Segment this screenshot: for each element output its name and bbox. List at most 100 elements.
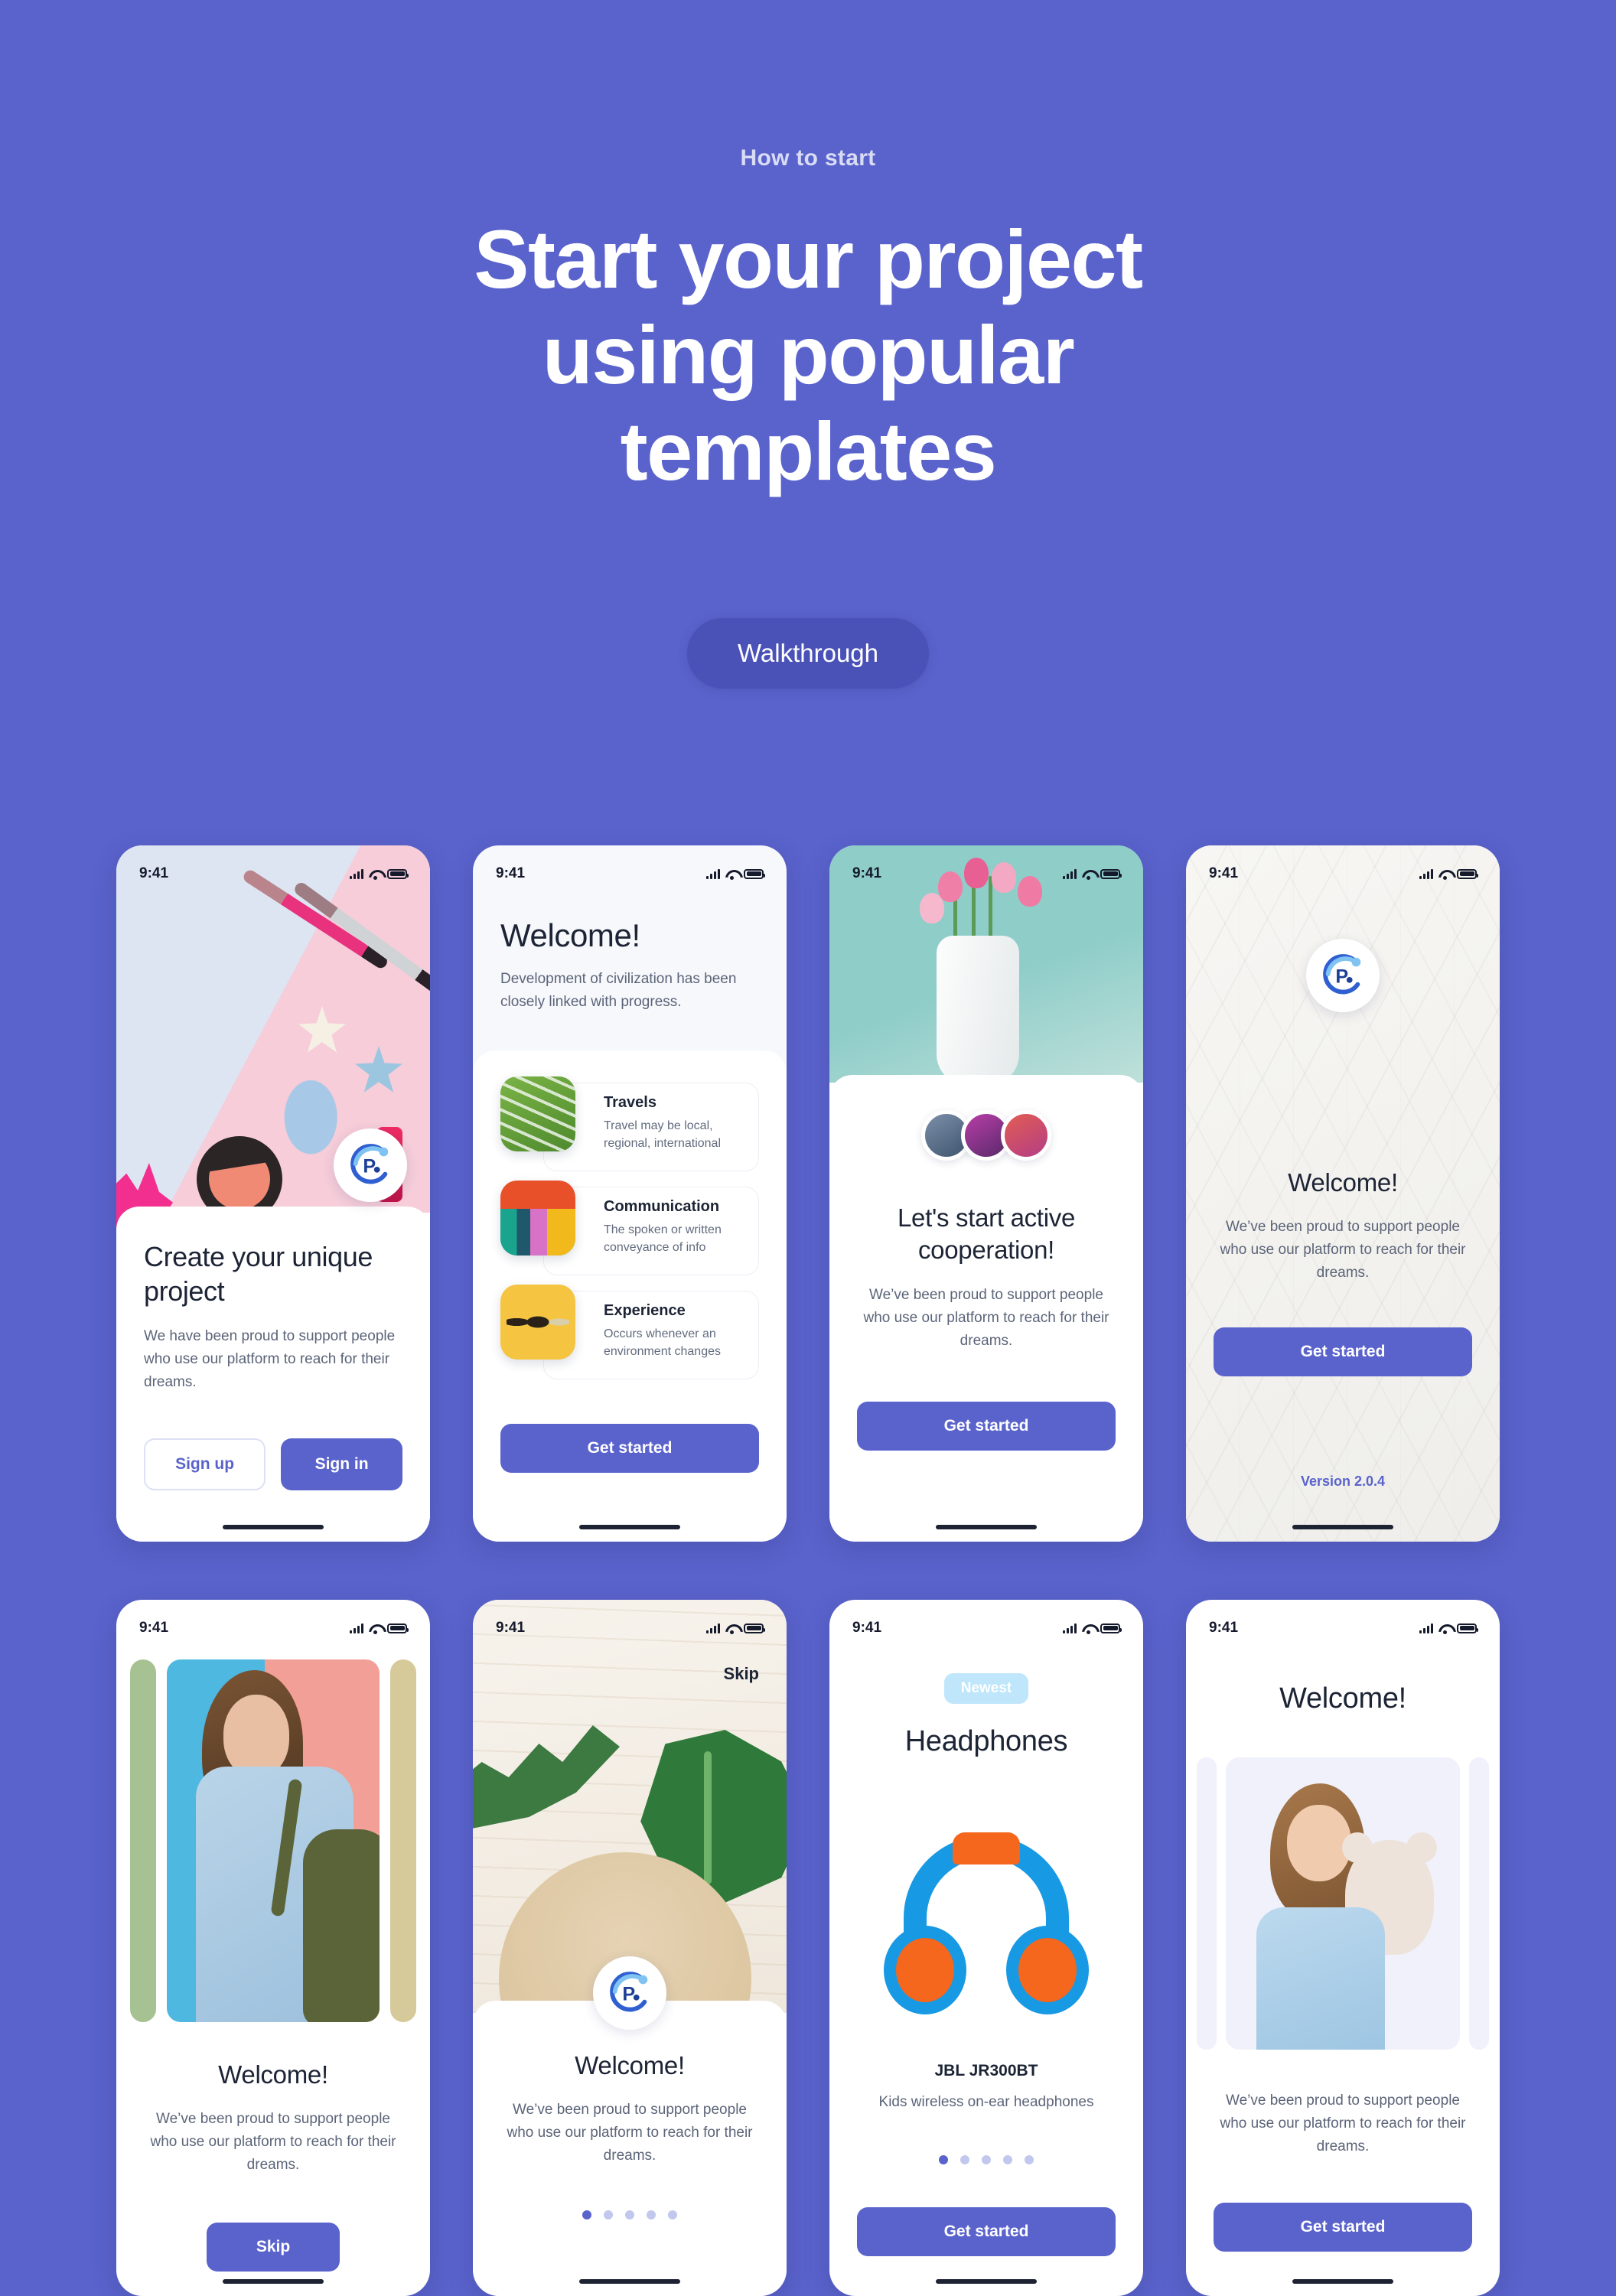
status-indicators [1419,868,1478,880]
get-started-button[interactable]: Get started [500,1424,759,1473]
wifi-icon [725,869,738,880]
hero-title-line-3: templates [620,404,997,497]
card-title: Welcome! [575,2051,685,2079]
hero-title-line-2: using popular [542,308,1075,402]
status-indicators [350,868,409,880]
battery-icon [744,1623,765,1633]
wifi-icon [1082,1623,1095,1634]
face-shape-icon [223,1695,289,1777]
app-logo: P [593,1956,666,2030]
carousel-dot[interactable] [1025,2155,1034,2165]
carousel-dot[interactable] [939,2155,948,2165]
status-indicators [1419,1623,1478,1634]
carousel-peek-right[interactable] [1469,1757,1489,2050]
page-title: Start your project using popular templat… [311,211,1305,499]
logo-glyph-icon: P [1323,954,1361,995]
skip-button[interactable]: Skip [207,2222,340,2272]
template-card-welcome-skip[interactable]: 9:41 Welcome! We’ve been proud to suppor… [116,1600,430,2296]
product-info: JBL JR300BT Kids wireless on-ear headpho… [829,2062,1143,2257]
wifi-icon [369,1623,382,1634]
card-content: Welcome! We’ve been proud to support peo… [116,2059,430,2272]
logo-glyph-icon: P [350,1144,389,1184]
carousel-dot[interactable] [668,2210,677,2219]
home-indicator [1292,1525,1393,1529]
carousel-dot[interactable] [625,2210,634,2219]
card-body: We’ve been proud to support people who u… [863,1287,1109,1350]
status-time: 9:41 [496,865,526,881]
makeup-brush-icon [292,880,430,998]
status-time: 9:41 [139,1620,169,1636]
card-title: Welcome! [500,917,640,953]
home-indicator [936,1525,1037,1529]
card-sheet: Let's start active cooperation! We’ve be… [829,1075,1143,1542]
carousel-dot[interactable] [1003,2155,1012,2165]
template-card-headphones-product[interactable]: 9:41 Newest Headphones JBL JR300BT Kids … [829,1600,1143,2296]
experience-thumbnail-icon [500,1285,575,1360]
card-title: Let's start active cooperation! [898,1203,1075,1264]
home-indicator [1292,2279,1393,2284]
travels-thumbnail-icon [500,1076,575,1151]
svg-text:P: P [1335,966,1348,988]
hero-title-line-1: Start your project [474,213,1143,305]
list-item[interactable]: Travels Travel may be local, regional, i… [500,1076,759,1171]
product-name: JBL JR300BT [934,2062,1038,2079]
carousel-dot[interactable] [582,2210,591,2219]
carousel-peek-left[interactable] [1197,1757,1217,2050]
card-actions: Sign up Sign in [144,1438,402,1491]
wifi-icon [369,869,382,880]
status-indicators [706,1623,765,1634]
app-logo: P [1306,939,1380,1012]
template-card-welcome-kid[interactable]: 9:41 Welcome! We’ve been proud to suppor… [1186,1600,1500,2296]
sign-up-button[interactable]: Sign up [144,1438,266,1491]
carousel-dot[interactable] [647,2210,656,2219]
template-card-welcome-version[interactable]: 9:41 P Welcome! We’ve been proud to supp… [1186,845,1500,1542]
skip-link[interactable]: Skip [724,1664,759,1684]
sign-in-button[interactable]: Sign in [281,1438,402,1491]
get-started-button[interactable]: Get started [1214,1327,1472,1376]
communication-thumbnail-icon [500,1181,575,1255]
get-started-button[interactable]: Get started [857,2207,1116,2257]
carousel-dot[interactable] [604,2210,613,2219]
card-title: Create your unique project [144,1241,373,1307]
status-time: 9:41 [1209,865,1239,881]
list-item-title: Communication [604,1198,720,1215]
status-bar: 9:41 [1186,1600,1500,1643]
get-started-button[interactable]: Get started [857,1402,1116,1451]
battery-icon [1457,868,1478,879]
list-item[interactable]: Communication The spoken or written conv… [500,1181,759,1275]
status-indicators [706,868,765,880]
carousel-peek-left[interactable] [130,1659,156,2022]
product-description: Kids wireless on-ear headphones [878,2094,1094,2110]
carousel-dot[interactable] [960,2155,969,2165]
battery-icon [1100,1623,1122,1633]
template-card-active-cooperation[interactable]: 9:41 Let's start active cooperation! We’… [829,845,1143,1542]
list-item[interactable]: Experience Occurs whenever an environmen… [500,1285,759,1379]
status-indicators [1063,1623,1122,1634]
headphone-cushion-icon [953,1832,1020,1864]
template-card-welcome-carousel[interactable]: 9:41 Skip P Welcome! We’ve been proud to… [473,1600,787,2296]
template-card-welcome-feature-list[interactable]: 9:41 Welcome! Development of civilizatio… [473,845,787,1542]
carousel-peek-right[interactable] [390,1659,416,2022]
carousel-dots[interactable] [500,2210,759,2219]
carousel-dots[interactable] [857,2155,1116,2165]
status-time: 9:41 [852,1620,882,1636]
home-indicator [579,1525,680,1529]
list-item-desc: The spoken or written conveyance of info [604,1223,722,1255]
status-bar: 9:41 [829,1600,1143,1643]
card-body: We’ve been proud to support people who u… [1220,2092,1466,2155]
version-label: Version 2.0.4 [1300,1474,1386,1489]
card-sheet: Create your unique project We have been … [116,1207,430,1542]
tulip-icon [920,893,944,923]
list-item-desc: Occurs whenever an environment changes [604,1327,721,1359]
battery-icon [744,868,765,879]
denim-girl-photo [167,1659,380,2022]
wifi-icon [1438,869,1451,880]
template-card-create-unique-project[interactable]: 9:41 P Create your unique project We hav… [116,845,430,1542]
walkthrough-button[interactable]: Walkthrough [686,617,930,689]
carousel-dot[interactable] [982,2155,991,2165]
battery-icon [1100,868,1122,879]
status-indicators [350,1623,409,1634]
card-content: We’ve been proud to support people who u… [1186,2089,1500,2252]
feature-list-sheet: Travels Travel may be local, regional, i… [473,1050,787,1542]
get-started-button[interactable]: Get started [1214,2203,1472,2252]
